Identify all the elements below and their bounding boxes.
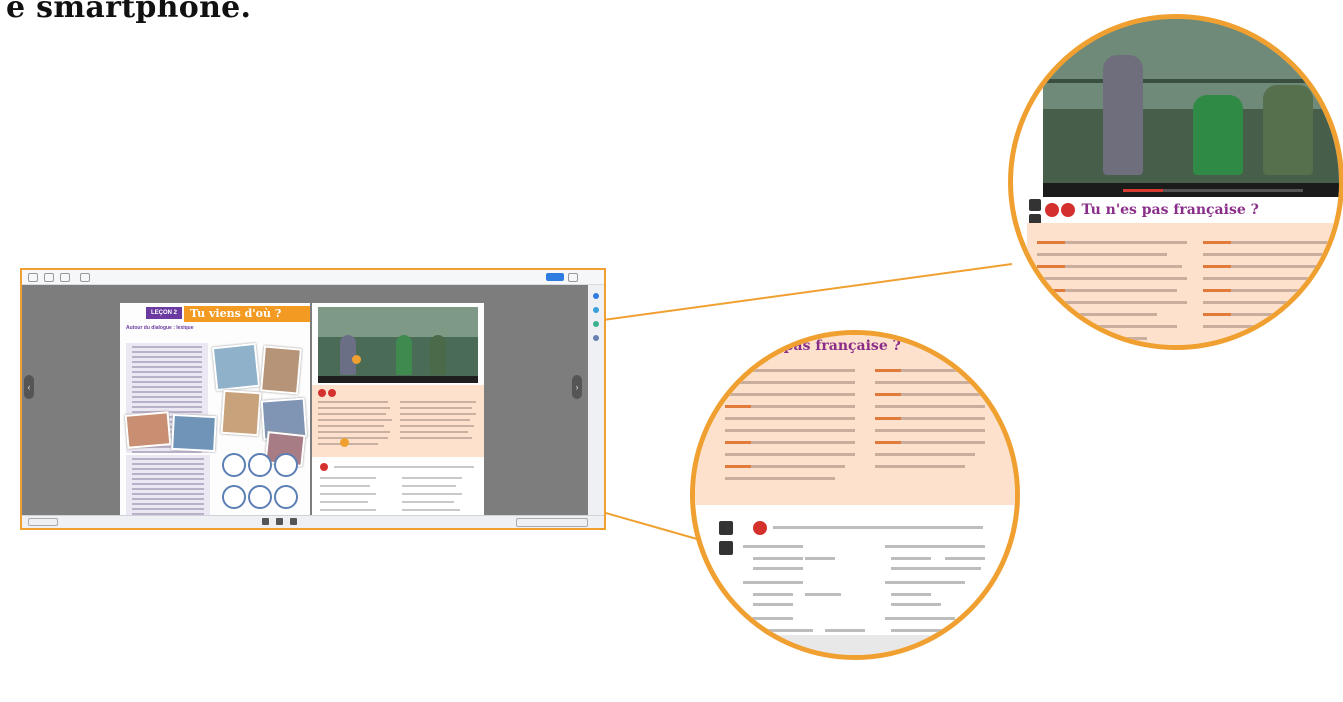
photo xyxy=(211,342,261,392)
video-play-icon[interactable] xyxy=(1061,202,1075,217)
info-icon[interactable] xyxy=(593,293,599,299)
zoom-control[interactable] xyxy=(28,518,58,526)
viewer-toolbar xyxy=(22,270,604,285)
tool-icon[interactable] xyxy=(1029,199,1041,211)
dialogue-header: Tu n'es pas française ? xyxy=(1045,201,1259,219)
page-indicator[interactable] xyxy=(546,273,564,281)
photo xyxy=(260,345,302,395)
video-progress[interactable] xyxy=(1123,189,1303,192)
clock-icon xyxy=(222,453,246,477)
clock-icon xyxy=(248,453,272,477)
video-figure xyxy=(396,335,412,375)
video-figure xyxy=(430,335,446,375)
video-controls[interactable] xyxy=(1043,183,1339,197)
page-navigation[interactable] xyxy=(516,518,588,527)
shapes-icon[interactable] xyxy=(290,518,297,525)
audio-icon[interactable] xyxy=(1045,202,1059,217)
video-figure xyxy=(1263,85,1313,175)
back-icon[interactable] xyxy=(28,273,38,282)
lesson-title: Tu viens d'où ? xyxy=(184,306,310,322)
clock-icon xyxy=(222,485,246,509)
lesson-number: LEÇON 2 xyxy=(146,307,182,319)
dialogue-title: Tu n'es pas française ? xyxy=(1081,202,1259,218)
book-icon[interactable] xyxy=(60,273,70,282)
clock-exercise xyxy=(220,451,300,521)
pen-icon[interactable] xyxy=(262,518,269,525)
exercise-block xyxy=(312,459,484,521)
photo xyxy=(171,413,217,453)
chevron-left-icon[interactable]: ‹ xyxy=(24,375,34,399)
side-toolbar xyxy=(588,285,604,515)
clock-icon xyxy=(274,453,298,477)
highlight-marker xyxy=(352,355,361,364)
audio-icon[interactable] xyxy=(320,463,328,471)
share-icon[interactable] xyxy=(593,335,599,341)
fullscreen-icon[interactable] xyxy=(568,273,578,282)
photo xyxy=(124,411,172,449)
dialogue-text-lines xyxy=(1037,241,1339,340)
photo xyxy=(220,389,262,437)
eraser-icon[interactable] xyxy=(276,518,283,525)
video-frame[interactable] xyxy=(1043,19,1339,197)
highlight-marker xyxy=(340,438,349,447)
dialogue-box-zoom xyxy=(1027,223,1339,345)
dialogue-box xyxy=(312,385,484,457)
ebook-screenshot: ‹ › LEÇON 2 Tu viens d'où ? Autour du di… xyxy=(20,268,606,530)
video-figure xyxy=(1103,55,1143,175)
vocabulary-table-2 xyxy=(126,455,210,515)
zoom-callout-video: Tu n'es pas française ? xyxy=(1008,14,1343,350)
section-heading: Autour du dialogue : lexique xyxy=(126,325,194,331)
menu-icon[interactable] xyxy=(44,273,54,282)
layers-icon[interactable] xyxy=(593,307,599,313)
exercise-lines xyxy=(743,526,985,632)
video-figure xyxy=(1193,95,1243,175)
video-controls[interactable] xyxy=(318,376,478,383)
book-page-right xyxy=(312,303,484,526)
search-icon[interactable] xyxy=(80,273,90,282)
clock-icon xyxy=(274,485,298,509)
zoom-callout-exercise: s pas française ? xyxy=(690,330,1020,660)
page-viewer: ‹ › LEÇON 2 Tu viens d'où ? Autour du di… xyxy=(22,285,604,526)
clock-icon xyxy=(248,485,272,509)
notes-icon[interactable] xyxy=(593,321,599,327)
video-play-icon[interactable] xyxy=(328,389,336,397)
video-player[interactable] xyxy=(318,307,478,383)
audio-icon[interactable] xyxy=(318,389,326,397)
viewer-footer xyxy=(22,515,604,528)
chevron-right-icon[interactable]: › xyxy=(572,375,582,399)
book-page-left: LEÇON 2 Tu viens d'où ? Autour du dialog… xyxy=(120,303,310,526)
